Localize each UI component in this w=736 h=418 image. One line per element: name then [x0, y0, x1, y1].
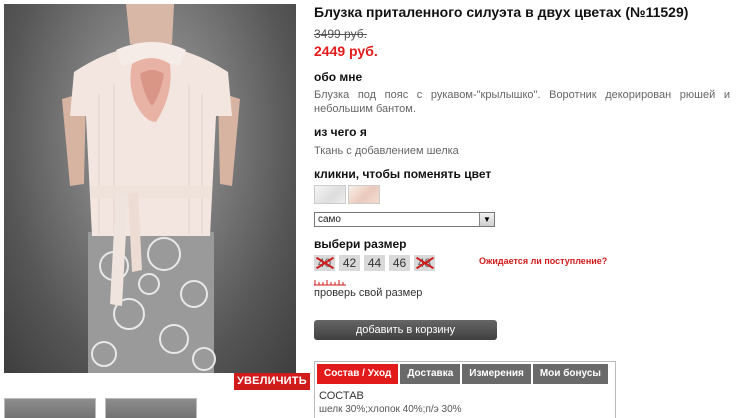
composition-heading: СОСТАВ: [319, 390, 364, 402]
material-heading: из чего я: [314, 125, 367, 139]
about-heading: обо мне: [314, 70, 363, 84]
model-illustration: [62, 4, 240, 373]
size-option-46[interactable]: 46: [389, 255, 410, 271]
size-option-44[interactable]: 44: [364, 255, 385, 271]
color-heading: кликни, чтобы поменять цвет: [314, 167, 492, 181]
chevron-down-icon[interactable]: ▼: [479, 213, 494, 226]
color-select[interactable]: само ▼: [314, 212, 495, 227]
color-swatch-white[interactable]: [314, 185, 346, 204]
ruler-icon[interactable]: [314, 279, 346, 286]
composition-text: шелк 30%;хлопок 40%;п/э 30%: [319, 404, 462, 415]
color-swatch-pink[interactable]: [348, 185, 380, 204]
old-price: 3499 руб.: [314, 27, 367, 41]
size-heading: выбери размер: [314, 237, 407, 251]
color-select-value: само: [318, 214, 341, 225]
material-text: Ткань с добавлением шелка: [314, 145, 459, 157]
size-option-48: 48: [414, 255, 435, 271]
info-tabs: Состав / Уход Доставка Измерения Мои бон…: [314, 361, 616, 418]
zoom-button[interactable]: УВЕЛИЧИТЬ: [234, 373, 310, 390]
tab-bonuses[interactable]: Мои бонусы: [532, 364, 608, 384]
tab-measurements[interactable]: Измерения: [462, 364, 531, 384]
tab-composition-care[interactable]: Состав / Уход: [317, 364, 399, 384]
product-title: Блузка приталенного силуэта в двух цвета…: [314, 4, 689, 20]
about-text: Блузка под пояс с рукавом-"крылышко". Во…: [314, 89, 730, 115]
product-photo[interactable]: [4, 4, 296, 373]
add-to-cart-button[interactable]: добавить в корзину: [314, 320, 497, 340]
gallery-thumbnail-2[interactable]: [105, 398, 197, 418]
tab-bar: Состав / Уход Доставка Измерения Мои бон…: [317, 364, 608, 384]
sale-price: 2449 руб.: [314, 43, 378, 59]
size-option-42[interactable]: 42: [339, 255, 360, 271]
tab-delivery[interactable]: Доставка: [400, 364, 461, 384]
check-size-link[interactable]: проверь свой размер: [314, 287, 422, 299]
gallery-thumbnail-1[interactable]: [4, 398, 96, 418]
size-option-40: 40: [314, 255, 335, 271]
restock-inquiry-link[interactable]: Ожидается ли поступление?: [479, 256, 607, 266]
